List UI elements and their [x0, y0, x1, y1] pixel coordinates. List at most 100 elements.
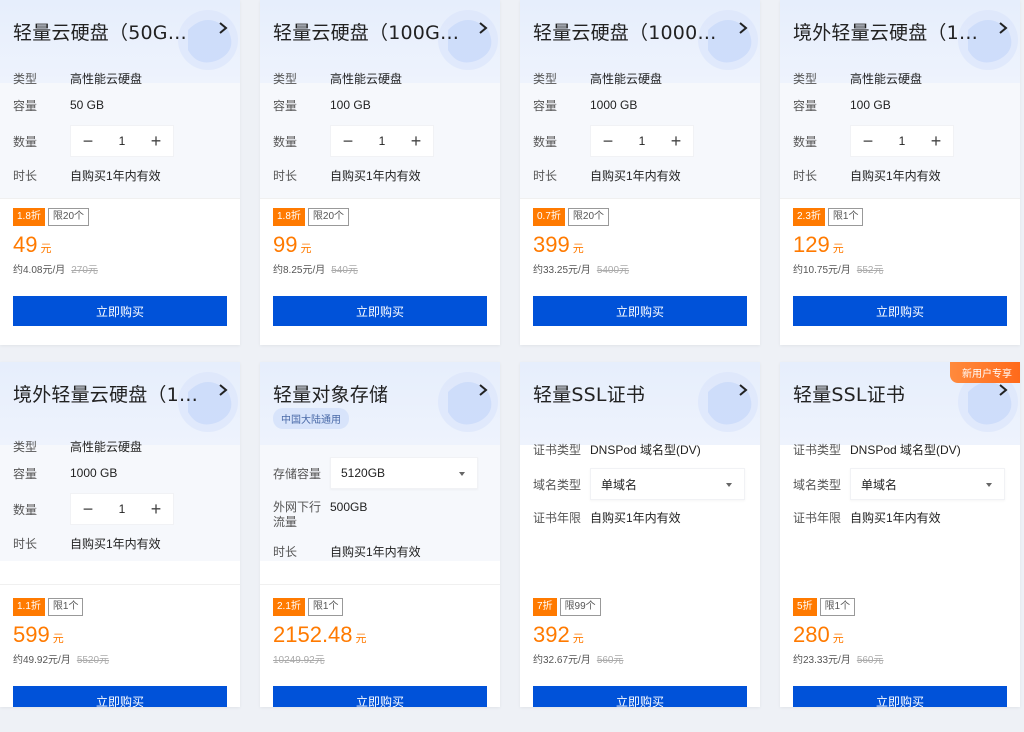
- spec-value: 自购买1年内有效: [70, 168, 161, 183]
- card-title[interactable]: 轻量云硬盘（50G）-Li...: [13, 18, 199, 45]
- spec-value: 自购买1年内有效: [330, 168, 421, 183]
- price: 399 元: [533, 232, 584, 258]
- minus-button[interactable]: −: [71, 125, 105, 157]
- price-value: 399: [533, 232, 570, 257]
- quantity-value[interactable]: 1: [885, 134, 919, 148]
- discount-badge: 1.1折: [13, 598, 45, 616]
- spec-label: 域名类型: [533, 477, 582, 492]
- monthly-price: 约8.25元/月: [273, 265, 326, 276]
- buy-now-button[interactable]: 立即购买: [793, 686, 1007, 707]
- spec-label: 类型: [13, 71, 38, 86]
- plus-button[interactable]: +: [919, 125, 953, 157]
- price: 2152.48 元: [273, 622, 367, 648]
- spec-row-quantity: 数量 − 1 +: [273, 125, 487, 157]
- spec-row-cert-type: 证书类型 DNSPod 域名型(DV): [533, 439, 747, 459]
- product-card: 轻量云硬盘（100G）-... 类型 高性能云硬盘 容量 100 GB 数量 − 1…: [260, 0, 500, 345]
- monthly-price: 约32.67元/月: [533, 655, 591, 666]
- chevron-right-icon[interactable]: [996, 382, 1010, 398]
- domain-type-select[interactable]: 单域名: [850, 468, 1005, 500]
- price-area: 1.8折 限20个 99 元 约8.25元/月 540元 立即购买: [273, 208, 487, 326]
- limit-badge: 限20个: [47, 208, 90, 226]
- product-card: 轻量对象存储 中国大陆通用 存储容量 5120GB 外网下行流量 500GB 时长…: [260, 362, 500, 707]
- original-price: 552元: [856, 265, 884, 276]
- spec-value: 自购买1年内有效: [70, 536, 161, 551]
- quantity-value[interactable]: 1: [365, 134, 399, 148]
- chevron-right-icon[interactable]: [216, 20, 230, 36]
- spec-value: 1000 GB: [590, 98, 638, 112]
- plus-button[interactable]: +: [139, 493, 173, 525]
- domain-type-select[interactable]: 单域名: [590, 468, 745, 500]
- minus-button[interactable]: −: [331, 125, 365, 157]
- spec-row-type: 类型 高性能云硬盘: [533, 68, 747, 88]
- price-unit: 元: [832, 243, 844, 255]
- quantity-stepper[interactable]: − 1 +: [70, 493, 174, 525]
- limit-badge: 限1个: [819, 598, 856, 616]
- price-unit: 元: [572, 243, 584, 255]
- spec-value: 50 GB: [70, 98, 105, 112]
- minus-button[interactable]: −: [71, 493, 105, 525]
- card-title[interactable]: 境外轻量云硬盘（100...: [13, 380, 199, 407]
- plus-button[interactable]: +: [399, 125, 433, 157]
- chevron-right-icon[interactable]: [736, 382, 750, 398]
- price-area: 1.8折 限20个 49 元 约4.08元/月 270元 立即购买: [13, 208, 227, 326]
- spec-value: 100 GB: [330, 98, 371, 112]
- spec-row-domain-type: 域名类型 单域名: [533, 468, 747, 500]
- price-value: 99: [273, 232, 298, 257]
- monthly-price: 约33.25元/月: [533, 265, 591, 276]
- price: 49 元: [13, 232, 51, 258]
- caret-down-icon: [986, 483, 992, 487]
- buy-now-button[interactable]: 立即购买: [273, 686, 487, 707]
- spec-row-type: 类型 高性能云硬盘: [13, 68, 227, 88]
- spec-value: 自购买1年内有效: [850, 168, 941, 183]
- monthly-price: 约4.08元/月: [13, 265, 66, 276]
- quantity-stepper[interactable]: − 1 +: [590, 125, 694, 157]
- card-header: 轻量对象存储 中国大陆通用: [260, 362, 500, 445]
- spec-label: 容量: [13, 98, 38, 113]
- card-title[interactable]: 轻量SSL证书: [793, 380, 979, 407]
- plus-button[interactable]: +: [659, 125, 693, 157]
- buy-now-button[interactable]: 立即购买: [13, 686, 227, 707]
- chevron-right-icon[interactable]: [996, 20, 1010, 36]
- price-sub: 约4.08元/月 270元: [13, 261, 98, 276]
- quantity-value[interactable]: 1: [105, 134, 139, 148]
- spec-value: 自购买1年内有效: [850, 510, 941, 525]
- spec-row-quantity: 数量 − 1 +: [533, 125, 747, 157]
- card-title[interactable]: 轻量云硬盘（1000G）...: [533, 18, 719, 45]
- quantity-stepper[interactable]: − 1 +: [330, 125, 434, 157]
- product-card: 轻量云硬盘（50G）-Li... 类型 高性能云硬盘 容量 50 GB 数量 − 1…: [0, 0, 240, 345]
- minus-button[interactable]: −: [851, 125, 885, 157]
- quantity-stepper[interactable]: − 1 +: [850, 125, 954, 157]
- chevron-right-icon[interactable]: [476, 382, 490, 398]
- quantity-value[interactable]: 1: [625, 134, 659, 148]
- spec-label: 类型: [13, 439, 38, 454]
- spec-value: 自购买1年内有效: [590, 168, 681, 183]
- spec-label: 类型: [793, 71, 818, 86]
- buy-now-button[interactable]: 立即购买: [533, 296, 747, 326]
- minus-button[interactable]: −: [591, 125, 625, 157]
- spec-label: 数量: [533, 134, 558, 149]
- price-sub: 约32.67元/月 560元: [533, 651, 624, 666]
- price-area: 2.3折 限1个 129 元 约10.75元/月 552元 立即购买: [793, 208, 1007, 326]
- spec-value: 高性能云硬盘: [70, 439, 143, 454]
- buy-now-button[interactable]: 立即购买: [13, 296, 227, 326]
- buy-now-button[interactable]: 立即购买: [793, 296, 1007, 326]
- chevron-right-icon[interactable]: [476, 20, 490, 36]
- spec-row-duration: 时长 自购买1年内有效: [793, 165, 1007, 185]
- quantity-value[interactable]: 1: [105, 502, 139, 516]
- card-title[interactable]: 轻量对象存储: [273, 380, 459, 407]
- plus-button[interactable]: +: [139, 125, 173, 157]
- chevron-right-icon[interactable]: [216, 382, 230, 398]
- spec-label: 证书年限: [533, 510, 582, 525]
- card-title[interactable]: 轻量云硬盘（100G）-...: [273, 18, 459, 45]
- discount-badge: 2.1折: [273, 598, 305, 616]
- buy-now-button[interactable]: 立即购买: [533, 686, 747, 707]
- spec-value: 1000 GB: [70, 466, 118, 480]
- storage-select[interactable]: 5120GB: [330, 457, 478, 489]
- card-title[interactable]: 轻量SSL证书: [533, 380, 719, 407]
- original-price: 560元: [596, 655, 624, 666]
- chevron-right-icon[interactable]: [736, 20, 750, 36]
- spec-row-cert-type: 证书类型 DNSPod 域名型(DV): [793, 439, 1007, 459]
- quantity-stepper[interactable]: − 1 +: [70, 125, 174, 157]
- card-title[interactable]: 境外轻量云硬盘（100...: [793, 18, 979, 45]
- buy-now-button[interactable]: 立即购买: [273, 296, 487, 326]
